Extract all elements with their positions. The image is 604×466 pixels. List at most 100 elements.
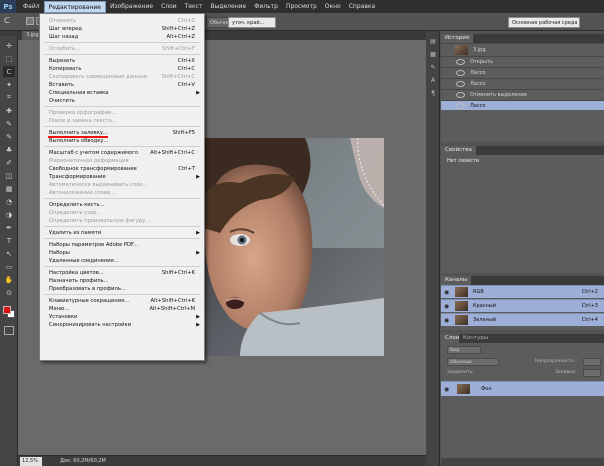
lasso-tool-icon[interactable]: ᑕ	[3, 66, 15, 77]
fill-label: Заливка:	[555, 370, 577, 375]
healing-brush-icon[interactable]: ✎	[3, 118, 15, 129]
edit-menu-item[interactable]: Выполнить обводку...	[40, 137, 204, 145]
history-snapshot[interactable]: 3.jpg	[441, 43, 604, 56]
submenu-arrow-icon: ▶	[196, 250, 200, 256]
channel-row[interactable]: ◉ Красный Ctrl+3	[441, 299, 604, 312]
menu-item-label: Наборы параметров Adobe PDF...	[49, 242, 139, 248]
edit-menu-item[interactable]: Шаг назад Alt+Ctrl+Z	[40, 33, 204, 41]
marquee-tool-icon[interactable]: ⬚	[3, 53, 15, 64]
visibility-eye-icon[interactable]: ◉	[444, 286, 449, 299]
menu-7[interactable]: Просмотр	[282, 1, 321, 13]
edit-menu-item[interactable]: Выполнить заливку... Shift+F5	[40, 129, 204, 138]
type-tool-icon[interactable]: T	[3, 235, 15, 246]
edit-menu-item[interactable]: Установки ▶	[40, 313, 204, 321]
visibility-eye-icon[interactable]: ◉	[444, 300, 449, 313]
menu-3[interactable]: Слои	[157, 1, 181, 13]
foreground-color-swatch[interactable]	[3, 306, 11, 314]
shape-tool-icon[interactable]: ▭	[3, 261, 15, 272]
fill-field[interactable]	[583, 369, 601, 377]
dodge-icon[interactable]: ◑	[3, 209, 15, 220]
edit-menu-item[interactable]: Шаг вперед Shift+Ctrl+Z	[40, 25, 204, 33]
panel-history-icon[interactable]: ▤	[428, 37, 438, 46]
document-image[interactable]	[200, 138, 384, 356]
lasso-icon	[456, 92, 465, 98]
tab-properties[interactable]: Свойства	[441, 146, 476, 155]
hand-tool-icon[interactable]: ✋	[3, 274, 15, 285]
channel-row[interactable]: ◉ Зеленый Ctrl+4	[441, 313, 604, 326]
visibility-eye-icon[interactable]: ◉	[444, 382, 449, 397]
blur-icon[interactable]: ◔	[3, 196, 15, 207]
tab-paths[interactable]: Контуры	[459, 334, 493, 343]
history-step[interactable]: Открыть	[441, 56, 604, 66]
history-step[interactable]: Лассо	[441, 100, 604, 110]
menu-4[interactable]: Текст	[181, 1, 207, 13]
edit-menu-item[interactable]: Настройка цветов... Shift+Ctrl+K	[40, 269, 204, 277]
menu-item-shortcut: Shift+Ctrl+C	[161, 74, 195, 80]
crop-tool-icon[interactable]: ⌗	[3, 92, 15, 103]
edit-menu-item[interactable]: Назначить профиль...	[40, 277, 204, 285]
edit-menu-item[interactable]: Очистить	[40, 97, 204, 105]
edit-menu-item[interactable]: Свободное трансформирование Ctrl+T	[40, 165, 204, 173]
path-select-icon[interactable]: ↖	[3, 248, 15, 259]
menu-item-shortcut: Shift+Ctrl+Z	[161, 26, 195, 32]
edit-menu-item[interactable]: Вырезать Ctrl+X	[40, 57, 204, 65]
layer-filter-select[interactable]: Вид	[447, 346, 481, 354]
menu-5[interactable]: Выделение	[206, 1, 250, 13]
history-step[interactable]: Лассо	[441, 78, 604, 88]
tab-channels[interactable]: Каналы	[441, 276, 472, 285]
eraser-icon[interactable]: ◫	[3, 170, 15, 181]
menu-separator	[44, 54, 200, 55]
menu-separator	[44, 238, 200, 239]
history-step[interactable]: Отменить выделение	[441, 89, 604, 99]
menu-bar: Ps Файл Редактирование Изображение Слои Текс…	[0, 0, 604, 13]
blend-mode-select[interactable]: Обычные	[447, 358, 499, 366]
history-step[interactable]: Лассо	[441, 67, 604, 77]
edit-menu-item[interactable]: Синхронизировать настройки ▶	[40, 321, 204, 329]
edit-menu-item[interactable]: Определить кисть...	[40, 201, 204, 209]
edit-menu-item[interactable]: Удалить из памяти ▶	[40, 229, 204, 237]
lasso-tool-icon[interactable]: ᑕ	[4, 16, 16, 27]
eyedropper-icon[interactable]: ✚	[3, 105, 15, 116]
edit-menu-item[interactable]: Специальная вставка ▶	[40, 89, 204, 97]
panel-properties-icon[interactable]: ▦	[428, 50, 438, 59]
panel-paragraph-icon[interactable]: ¶	[428, 89, 438, 98]
edit-menu-item[interactable]: Трансформирование ▶	[40, 173, 204, 181]
menu-item-label: Клавиатурные сокращения...	[49, 298, 130, 304]
menu-item-label: Марионеточная деформация	[49, 158, 129, 164]
refine-edge-button[interactable]: уточ. край...	[228, 17, 276, 28]
quick-mask-icon[interactable]	[4, 326, 14, 335]
clone-stamp-icon[interactable]: ♣	[3, 144, 15, 155]
layer-row[interactable]: ◉ Фон	[441, 381, 604, 396]
opacity-field[interactable]	[583, 358, 601, 366]
edit-menu-item[interactable]: Копировать Ctrl+C	[40, 65, 204, 73]
tab-history[interactable]: История	[441, 34, 474, 43]
menu-9[interactable]: Справка	[345, 1, 379, 13]
visibility-eye-icon[interactable]: ◉	[444, 314, 449, 327]
gradient-icon[interactable]: ▦	[3, 183, 15, 194]
zoom-tool-icon[interactable]: ⊙	[3, 287, 15, 298]
edit-menu-item[interactable]: Вставить Ctrl+V	[40, 81, 204, 89]
menu-1[interactable]: Редактирование	[43, 0, 106, 13]
brush-tool-icon[interactable]: ✎	[3, 131, 15, 142]
channel-row[interactable]: ◉ RGB Ctrl+2	[441, 285, 604, 298]
menu-6[interactable]: Фильтр	[250, 1, 282, 13]
move-tool-icon[interactable]: ✛	[3, 40, 15, 51]
menu-0[interactable]: Файл	[19, 1, 44, 13]
layers-footer	[441, 458, 604, 466]
quick-select-icon[interactable]: ✦	[3, 79, 15, 90]
zoom-field[interactable]: 12,5%	[20, 457, 42, 466]
edit-menu-item[interactable]: Преобразовать в профиль...	[40, 285, 204, 293]
edit-menu-item[interactable]: Клавиатурные сокращения... Alt+Shift+Ctrl…	[40, 297, 204, 305]
pen-tool-icon[interactable]: ✒	[3, 222, 15, 233]
edit-menu-item[interactable]: Масштаб с учетом содержимого Alt+Shift+Ct…	[40, 149, 204, 157]
edit-menu-item[interactable]: Удаленные соединения...	[40, 257, 204, 265]
edit-menu-item[interactable]: Меню... Alt+Shift+Ctrl+M	[40, 305, 204, 313]
menu-2[interactable]: Изображение	[106, 1, 157, 13]
workspace-select[interactable]: Основная рабочая среда	[508, 17, 580, 28]
panel-brush-icon[interactable]: ✎	[428, 63, 438, 72]
history-brush-icon[interactable]: ✐	[3, 157, 15, 168]
panel-character-icon[interactable]: A	[428, 76, 438, 85]
menu-8[interactable]: Окно	[321, 1, 345, 13]
edit-menu-item[interactable]: Наборы ▶	[40, 249, 204, 257]
edit-menu-item[interactable]: Наборы параметров Adobe PDF...	[40, 241, 204, 249]
